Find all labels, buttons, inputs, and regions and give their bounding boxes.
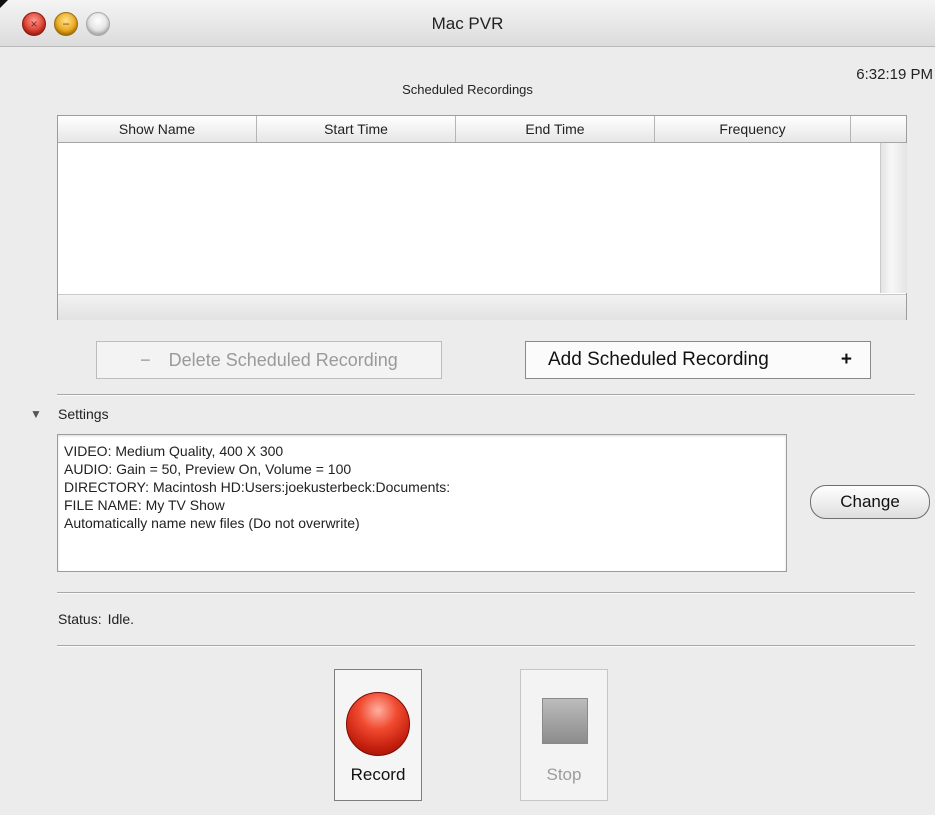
window-title: Mac PVR <box>431 14 504 33</box>
settings-auto-name-line: Automatically name new files (Do not ove… <box>64 515 360 531</box>
vertical-scrollbar[interactable] <box>880 143 907 293</box>
settings-directory-line: DIRECTORY: Macintosh HD:Users:joekusterb… <box>64 479 451 495</box>
corner-marker <box>0 0 8 8</box>
stop-icon <box>542 698 588 744</box>
settings-summary-box: VIDEO: Medium Quality, 400 X 300 AUDIO: … <box>57 434 787 572</box>
divider <box>57 645 915 647</box>
horizontal-scrollbar[interactable] <box>58 294 906 320</box>
table-header: Show Name Start Time End Time Frequency <box>58 116 906 143</box>
change-settings-button[interactable]: Change <box>810 485 930 519</box>
mac-pvr-window: × − Mac PVR 6:32:19 PM Scheduled Recordi… <box>0 0 935 815</box>
stop-button-label: Stop <box>546 765 582 784</box>
scheduled-recordings-label: Scheduled Recordings <box>402 82 533 97</box>
delete-scheduled-recording-button[interactable]: − Delete Scheduled Recording <box>96 341 442 379</box>
column-header-start-time[interactable]: Start Time <box>257 116 456 142</box>
divider <box>57 592 915 594</box>
record-icon <box>346 692 410 756</box>
settings-audio-line: AUDIO: Gain = 50, Preview On, Volume = 1… <box>64 461 352 477</box>
add-scheduled-recording-button[interactable]: Add Scheduled Recording + <box>525 341 871 379</box>
clock-display: 6:32:19 PM <box>856 66 933 83</box>
status-line: Status: Idle. <box>58 611 134 627</box>
title-bar[interactable]: × − Mac PVR <box>0 0 935 47</box>
column-header-end-time[interactable]: End Time <box>456 116 655 142</box>
status-label: Status: <box>58 611 102 627</box>
status-value: Idle. <box>107 611 135 627</box>
settings-label: Settings <box>58 406 109 422</box>
record-button[interactable]: Record <box>334 669 422 801</box>
settings-video-line: VIDEO: Medium Quality, 400 X 300 <box>64 443 284 459</box>
record-button-label: Record <box>350 765 406 784</box>
column-header-extra <box>851 116 906 142</box>
disclosure-triangle-icon[interactable]: ▼ <box>30 407 42 421</box>
settings-file-name-line: FILE NAME: My TV Show <box>64 497 225 513</box>
column-header-show-name[interactable]: Show Name <box>58 116 257 142</box>
add-button-label: Add Scheduled Recording <box>548 349 769 370</box>
minus-icon: − <box>140 350 151 370</box>
table-body[interactable] <box>58 143 880 293</box>
divider <box>57 394 915 396</box>
column-header-frequency[interactable]: Frequency <box>655 116 851 142</box>
scheduled-recordings-table[interactable]: Show Name Start Time End Time Frequency <box>57 115 907 320</box>
delete-button-label: Delete Scheduled Recording <box>168 350 398 370</box>
stop-button[interactable]: Stop <box>520 669 608 801</box>
plus-icon: + <box>840 349 852 370</box>
